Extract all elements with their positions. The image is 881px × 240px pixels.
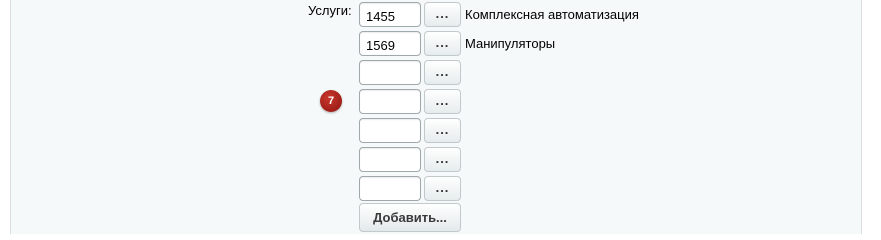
service-name: Манипуляторы bbox=[465, 36, 556, 51]
service-id-input[interactable] bbox=[359, 176, 421, 201]
service-id-input[interactable] bbox=[359, 31, 421, 56]
browse-button[interactable]: ... bbox=[424, 147, 461, 172]
service-id-input[interactable] bbox=[359, 118, 421, 143]
service-id-input[interactable] bbox=[359, 147, 421, 172]
service-name: Комплексная автоматизация bbox=[465, 7, 639, 22]
browse-button[interactable]: ... bbox=[424, 176, 461, 201]
browse-button[interactable]: ... bbox=[424, 89, 461, 114]
service-id-input[interactable] bbox=[359, 60, 421, 85]
browse-button[interactable]: ... bbox=[424, 60, 461, 85]
hint-badge[interactable]: 7 bbox=[320, 90, 342, 112]
browse-button[interactable]: ... bbox=[424, 2, 461, 27]
browse-button[interactable]: ... bbox=[424, 31, 461, 56]
service-id-input[interactable] bbox=[359, 89, 421, 114]
browse-button[interactable]: ... bbox=[424, 118, 461, 143]
services-label: Услуги: bbox=[308, 3, 352, 18]
service-id-input[interactable] bbox=[359, 2, 421, 27]
add-button[interactable]: Добавить... bbox=[359, 203, 461, 232]
